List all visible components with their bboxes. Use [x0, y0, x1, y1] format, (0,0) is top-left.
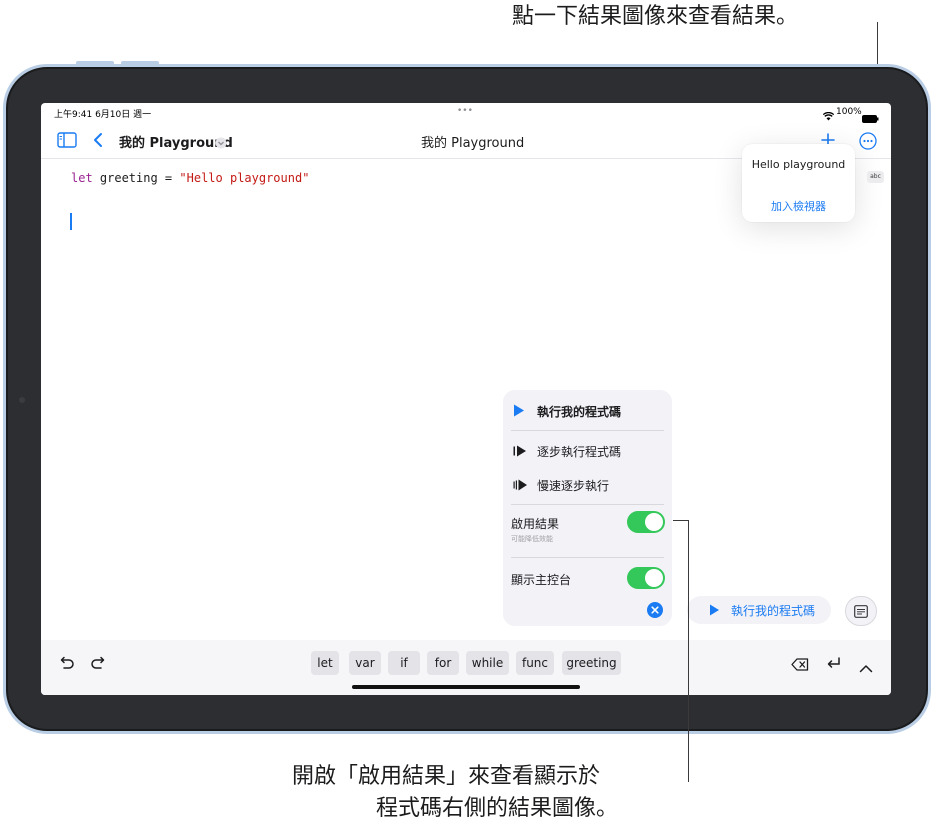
text-cursor: [70, 213, 72, 230]
enable-results-toggle[interactable]: [627, 511, 665, 533]
back-chevron-icon[interactable]: [93, 132, 103, 152]
slow-step-play-icon: [513, 479, 527, 491]
sidebar-toggle-icon[interactable]: [57, 132, 77, 152]
menu-separator: [511, 430, 664, 431]
add-to-viewer-button[interactable]: 加入檢視器: [742, 198, 855, 214]
run-my-code-label: 執行我的程式碼: [731, 604, 816, 618]
battery-percent: 100%: [836, 107, 862, 117]
menu-separator: [511, 504, 664, 505]
menu-item-step-through[interactable]: 逐步執行程式碼: [511, 440, 664, 462]
redo-icon[interactable]: [90, 655, 106, 674]
console-button[interactable]: [845, 596, 877, 626]
keyword-chip-var[interactable]: var: [349, 651, 381, 675]
keyword-chip-greeting[interactable]: greeting: [562, 651, 621, 675]
wifi-icon: [822, 106, 835, 125]
code-string-literal: "Hello playground": [179, 171, 310, 185]
battery-icon: [862, 108, 879, 127]
front-camera: [19, 397, 25, 403]
callout-bottom-line-h: [673, 520, 689, 521]
menu-item-step-slowly-label: 慢速逐步執行: [537, 479, 610, 493]
code-identifier: greeting =: [92, 171, 180, 185]
code-keyword: let: [71, 171, 93, 185]
home-indicator[interactable]: [352, 685, 580, 689]
top-button-left: [76, 61, 114, 65]
multitasking-dots[interactable]: •••: [457, 106, 473, 116]
keyword-chip-func[interactable]: func: [516, 651, 554, 675]
menu-separator: [511, 557, 664, 558]
enable-results-hint: 可能降低效能: [511, 535, 553, 543]
code-line-1[interactable]: let greeting = "Hello playground": [71, 171, 309, 185]
menu-item-step-through-label: 逐步執行程式碼: [537, 445, 622, 459]
callout-bottom-line2: 程式碼右側的結果圖像。: [376, 796, 619, 821]
keyword-chip-for[interactable]: for: [427, 651, 459, 675]
delete-backward-icon[interactable]: [791, 656, 809, 675]
keyword-chip-while[interactable]: while: [466, 651, 509, 675]
show-console-toggle[interactable]: [627, 567, 665, 589]
show-console-label: 顯示主控台: [511, 573, 572, 587]
callout-top: 點一下結果圖像來查看結果。: [512, 4, 799, 29]
top-button-right: [121, 61, 159, 65]
ipad-screen: 上午9:41 6月10日 週一 ••• 100% 我的 Playground 我…: [41, 103, 891, 695]
title-chevron-down-icon[interactable]: [215, 134, 227, 153]
console-icon: [854, 605, 868, 618]
close-menu-icon[interactable]: [647, 602, 663, 622]
toggle-knob: [645, 513, 663, 531]
menu-item-run-code[interactable]: 執行我的程式碼: [511, 400, 664, 422]
return-icon[interactable]: [826, 655, 842, 674]
toggle-knob: [645, 569, 663, 587]
callout-bottom-line1: 開啟「啟用結果」來查看顯示於: [292, 764, 601, 789]
play-icon: [710, 604, 719, 616]
menu-item-run-code-label: 執行我的程式碼: [537, 405, 622, 419]
keyword-chip-let[interactable]: let: [311, 651, 339, 675]
more-options-icon[interactable]: [859, 132, 877, 154]
chevron-up-icon[interactable]: [859, 658, 873, 677]
step-play-icon: [513, 445, 526, 457]
result-image-badge[interactable]: abc: [867, 171, 884, 183]
run-options-menu: 執行我的程式碼 逐步執行程式碼 慢速逐步執行 啟用結果 可能降低效能 顯示主控台: [503, 390, 672, 626]
play-icon: [514, 404, 524, 417]
menu-item-step-slowly[interactable]: 慢速逐步執行: [511, 474, 664, 496]
keyword-chip-if[interactable]: if: [388, 651, 420, 675]
callout-bottom-line-v: [688, 520, 689, 782]
run-my-code-button[interactable]: 執行我的程式碼: [687, 596, 831, 624]
result-value[interactable]: Hello playground: [742, 158, 855, 171]
status-time-date: 上午9:41 6月10日 週一: [54, 110, 152, 120]
page-title: 我的 Playground: [421, 136, 525, 151]
result-popover: Hello playground 加入檢視器: [742, 144, 855, 222]
enable-results-label: 啟用結果: [511, 517, 560, 531]
undo-icon[interactable]: [59, 655, 75, 674]
